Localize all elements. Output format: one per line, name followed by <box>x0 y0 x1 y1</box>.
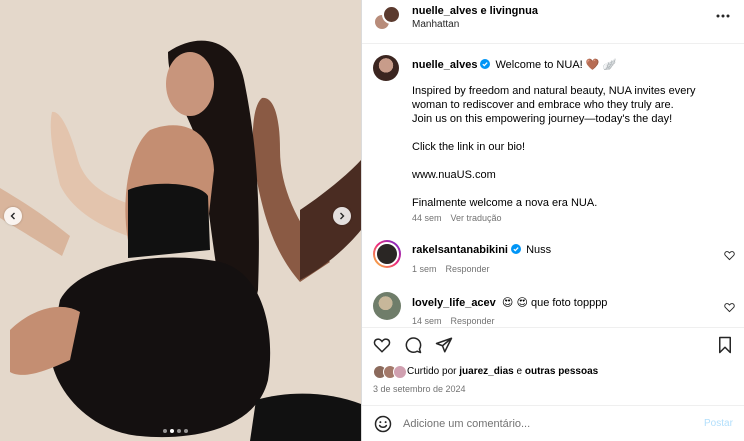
caption-avatar[interactable] <box>373 55 399 81</box>
comment-meta: 1 sem Responder <box>412 264 490 274</box>
caption-username[interactable]: nuelle_alves <box>412 59 477 71</box>
comment-input[interactable] <box>403 414 693 434</box>
comment-like-heart-icon[interactable] <box>724 302 735 313</box>
comment-text-row: lovely_life_acev 😍 😍 que foto topppp <box>412 296 607 309</box>
comment-username[interactable]: rakelsantanabikini <box>412 244 508 256</box>
add-comment-bar: Postar <box>362 405 744 441</box>
comment-text: 😍 😍 que foto topppp <box>501 297 608 309</box>
previous-slide-button[interactable] <box>4 207 22 225</box>
post-location[interactable]: Manhattan <box>412 19 459 30</box>
instagram-post-modal: nuelle_alves e livingnua Manhattan nuell… <box>0 0 744 441</box>
caption-meta: 44 sem Ver tradução <box>412 213 502 223</box>
post-comment-button[interactable]: Postar <box>704 418 733 429</box>
emoji-smile-icon[interactable] <box>374 415 392 433</box>
comment-item: rakelsantanabikini Nuss 1 sem Responder <box>362 240 744 280</box>
slide-dot <box>177 429 181 433</box>
post-photo <box>0 0 361 441</box>
face <box>166 52 214 116</box>
post-details-panel: nuelle_alves e livingnua Manhattan nuell… <box>361 0 744 441</box>
chevron-right-icon <box>340 212 345 220</box>
slide-dot <box>163 429 167 433</box>
slide-dot <box>184 429 188 433</box>
caption-time: 44 sem <box>412 213 442 223</box>
caption-headline: Welcome to NUA! 🤎 🪽 <box>495 59 617 71</box>
commenter-avatar[interactable] <box>373 292 401 320</box>
commenter-avatar[interactable] <box>373 240 401 268</box>
reply-button[interactable]: Responder <box>451 316 495 326</box>
likes-prefix: Curtido por <box>407 366 460 377</box>
next-slide-button[interactable] <box>333 207 351 225</box>
avatar-livingnua <box>382 5 401 24</box>
caption-headline-row: nuelle_alves Welcome to NUA! 🤎 🪽 <box>412 58 616 71</box>
caption-line: Join us on this empowering journey—today… <box>412 113 673 125</box>
comment-text: Nuss <box>526 244 552 256</box>
collab-avatar[interactable] <box>373 5 401 33</box>
verified-badge-icon <box>511 244 521 254</box>
slide-dot <box>170 429 174 433</box>
bookmark-icon[interactable] <box>716 336 734 354</box>
likes-middle: e <box>513 366 525 377</box>
caption-body: Inspired by freedom and natural beauty, … <box>412 84 712 210</box>
liker-avatar <box>393 365 407 379</box>
lower-shadow <box>250 393 361 441</box>
likes-summary: Curtido por juarez_dias e outras pessoas <box>407 366 598 377</box>
paper-plane-icon[interactable] <box>435 336 453 354</box>
caption-line: Inspired by freedom and natural beauty, … <box>412 85 696 97</box>
comment-time: 1 sem <box>412 264 437 274</box>
slide-indicator <box>163 429 188 433</box>
post-media[interactable] <box>0 0 361 441</box>
shorts <box>50 257 271 438</box>
post-actions-bar <box>362 327 744 360</box>
comment-time: 14 sem <box>412 316 442 326</box>
comment-item: lovely_life_acev 😍 😍 que foto topppp 14 … <box>362 292 744 327</box>
post-header: nuelle_alves e livingnua Manhattan <box>362 0 744 44</box>
comments-scroll-area[interactable]: nuelle_alves Welcome to NUA! 🤎 🪽 Inspire… <box>362 44 744 327</box>
reply-button[interactable]: Responder <box>446 264 490 274</box>
post-authors[interactable]: nuelle_alves e livingnua <box>412 5 538 17</box>
chevron-left-icon <box>10 212 15 220</box>
caption-line: woman to rediscover and embrace who they… <box>412 99 674 111</box>
likes-others-link[interactable]: outras pessoas <box>525 366 598 377</box>
heart-icon[interactable] <box>373 336 391 354</box>
comment-meta: 14 sem Responder <box>412 316 495 326</box>
more-options-icon[interactable] <box>715 8 731 24</box>
comment-like-heart-icon[interactable] <box>724 250 735 261</box>
caption-link[interactable]: www.nuaUS.com <box>412 168 712 182</box>
comment-text-row: rakelsantanabikini Nuss <box>412 244 551 256</box>
caption-line: Finalmente welcome a nova era NUA. <box>412 197 598 209</box>
post-date[interactable]: 3 de setembro de 2024 <box>373 384 466 394</box>
caption-line: Click the link in our bio! <box>412 141 526 153</box>
likes-row: Curtido por juarez_dias e outras pessoas <box>362 362 744 382</box>
liker-username[interactable]: juarez_dias <box>459 366 513 377</box>
comment-username[interactable]: lovely_life_acev <box>412 297 496 309</box>
comment-bubble-icon[interactable] <box>404 336 422 354</box>
translate-link[interactable]: Ver tradução <box>451 213 502 223</box>
verified-badge-icon <box>480 59 491 69</box>
sports-top <box>128 183 210 258</box>
